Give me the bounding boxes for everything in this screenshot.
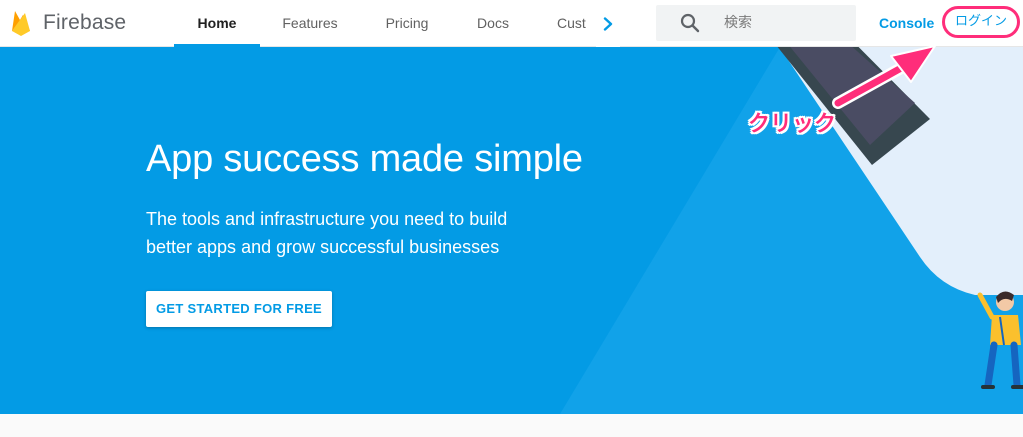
tab-features[interactable]: Features bbox=[270, 0, 350, 47]
hero-title: App success made simple bbox=[146, 138, 583, 180]
tabs-scroll-right-button[interactable] bbox=[596, 0, 620, 47]
tab-docs[interactable]: Docs bbox=[462, 0, 524, 47]
hero-subtitle-line-1: The tools and infrastructure you need to… bbox=[146, 209, 508, 229]
search-box[interactable] bbox=[656, 5, 856, 41]
hero-subtitle: The tools and infrastructure you need to… bbox=[146, 205, 586, 261]
tab-customers-truncated[interactable]: Cust bbox=[548, 0, 594, 47]
below-hero-area bbox=[0, 414, 1023, 437]
firebase-logo-icon[interactable] bbox=[10, 9, 32, 37]
top-navigation-bar: Firebase Home Features Pricing Docs Cust… bbox=[0, 0, 1023, 47]
click-annotation-label: クリック bbox=[748, 112, 837, 137]
tab-home[interactable]: Home bbox=[174, 0, 260, 47]
get-started-button[interactable]: GET STARTED FOR FREE bbox=[146, 291, 332, 327]
tab-pricing[interactable]: Pricing bbox=[370, 0, 444, 47]
login-button[interactable]: ログイン bbox=[942, 6, 1020, 38]
brand-name[interactable]: Firebase bbox=[43, 11, 126, 35]
chevron-right-icon bbox=[603, 16, 613, 31]
hero-section: App success made simple The tools and in… bbox=[0, 47, 1023, 414]
hero-subtitle-line-2: better apps and grow successful business… bbox=[146, 237, 500, 257]
search-input[interactable] bbox=[724, 5, 848, 41]
console-link[interactable]: Console bbox=[879, 15, 934, 31]
search-icon bbox=[680, 13, 700, 33]
